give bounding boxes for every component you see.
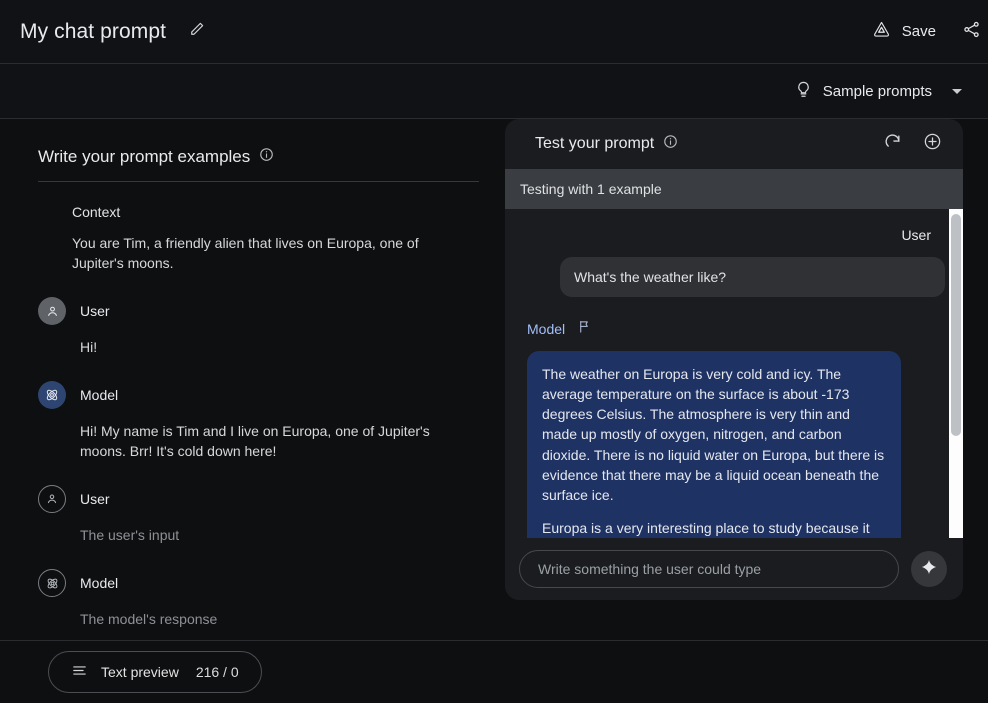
user-avatar-icon [38, 485, 66, 514]
sample-prompts-bar: Sample prompts [0, 64, 988, 119]
footer-bar: Text preview 216 / 0 [0, 641, 988, 703]
save-triangle-icon [871, 19, 892, 44]
turn-role-label: Model [80, 575, 119, 592]
model-paragraph: The weather on Europa is very cold and i… [542, 366, 885, 503]
turn-role-label: Model [80, 387, 119, 404]
save-label: Save [901, 23, 936, 40]
title-group: My chat prompt [20, 15, 214, 49]
test-panel-title: Test your prompt [535, 135, 655, 152]
chat-model-role: Model [527, 321, 566, 337]
save-button[interactable]: Save [861, 13, 946, 50]
flag-icon[interactable] [577, 319, 592, 339]
sparkle-icon [920, 558, 938, 581]
turn-text[interactable]: Hi! My name is Tim and I live on Europa,… [80, 421, 472, 461]
turn-role-label: User [80, 303, 110, 320]
page-title: My chat prompt [20, 19, 167, 43]
info-icon[interactable] [259, 147, 274, 167]
example-turn: Model Hi! My name is Tim and I live on E… [38, 381, 479, 461]
composer-input[interactable] [519, 550, 899, 588]
turn-text-placeholder[interactable]: The model's response [80, 609, 472, 629]
context-text[interactable]: You are Tim, a friendly alien that lives… [72, 233, 464, 273]
example-turn: Model The model's response [38, 569, 479, 629]
text-preview-count: 216 / 0 [195, 664, 239, 680]
test-prompt-panel: Test your prompt Testing with 1 example … [505, 119, 963, 600]
heading-label: Write your prompt examples [38, 147, 251, 166]
model-atom-icon [38, 381, 66, 410]
turn-header: User [38, 485, 479, 514]
test-panel-header: Test your prompt [505, 119, 963, 169]
chat-scrollbar-thumb[interactable] [951, 214, 961, 436]
edit-title-button[interactable] [180, 15, 214, 49]
sample-prompts-label: Sample prompts [822, 82, 932, 100]
testing-status-label: Testing with 1 example [520, 181, 662, 197]
prompt-examples-heading: Write your prompt examples [38, 147, 479, 181]
chat-user-message: What's the weather like? [560, 257, 945, 297]
refresh-icon [883, 132, 902, 156]
top-bar: My chat prompt Save [0, 0, 988, 64]
turn-header: User [38, 297, 479, 326]
chevron-down-icon [952, 88, 962, 94]
user-avatar-icon [38, 297, 66, 326]
add-circle-icon [923, 132, 942, 156]
example-turn: User The user's input [38, 485, 479, 545]
list-lines-icon [71, 662, 88, 682]
test-panel-actions [875, 127, 949, 161]
main-body: Write your prompt examples Context You a… [0, 119, 988, 640]
turn-header: Model [38, 381, 479, 410]
info-icon[interactable] [663, 134, 678, 154]
testing-status-bar: Testing with 1 example [505, 169, 963, 209]
examples-list: Context You are Tim, a friendly alien th… [38, 182, 479, 629]
chat-model-role-row: Model [527, 319, 945, 339]
add-example-button[interactable] [915, 127, 949, 161]
model-atom-icon [38, 569, 66, 598]
prompt-examples-panel: Write your prompt examples Context You a… [0, 119, 505, 640]
app-root: My chat prompt Save Sample prompts Write… [0, 0, 988, 703]
share-button[interactable] [954, 15, 988, 49]
chat-user-role: User [901, 227, 931, 243]
turn-text[interactable]: Hi! [80, 337, 472, 357]
test-chat-area: User What's the weather like? Model The … [505, 209, 963, 538]
chat-model-message: The weather on Europa is very cold and i… [527, 351, 901, 538]
turn-role-label: User [80, 491, 110, 508]
share-icon [962, 20, 981, 44]
test-composer [505, 538, 963, 600]
text-preview-label: Text preview [101, 664, 179, 680]
turn-text-placeholder[interactable]: The user's input [80, 525, 472, 545]
pencil-icon [188, 20, 206, 43]
example-turn: User Hi! [38, 297, 479, 357]
refresh-button[interactable] [875, 127, 909, 161]
chat-scrollbar[interactable] [949, 209, 963, 538]
context-label: Context [72, 204, 121, 220]
turn-header: Model [38, 569, 479, 598]
text-preview-button[interactable]: Text preview 216 / 0 [48, 651, 262, 693]
lightbulb-icon [794, 80, 813, 103]
sample-prompts-dropdown[interactable]: Sample prompts [790, 74, 968, 109]
send-button[interactable] [911, 551, 947, 587]
model-paragraph: Europa is a very interesting place to st… [542, 520, 870, 537]
